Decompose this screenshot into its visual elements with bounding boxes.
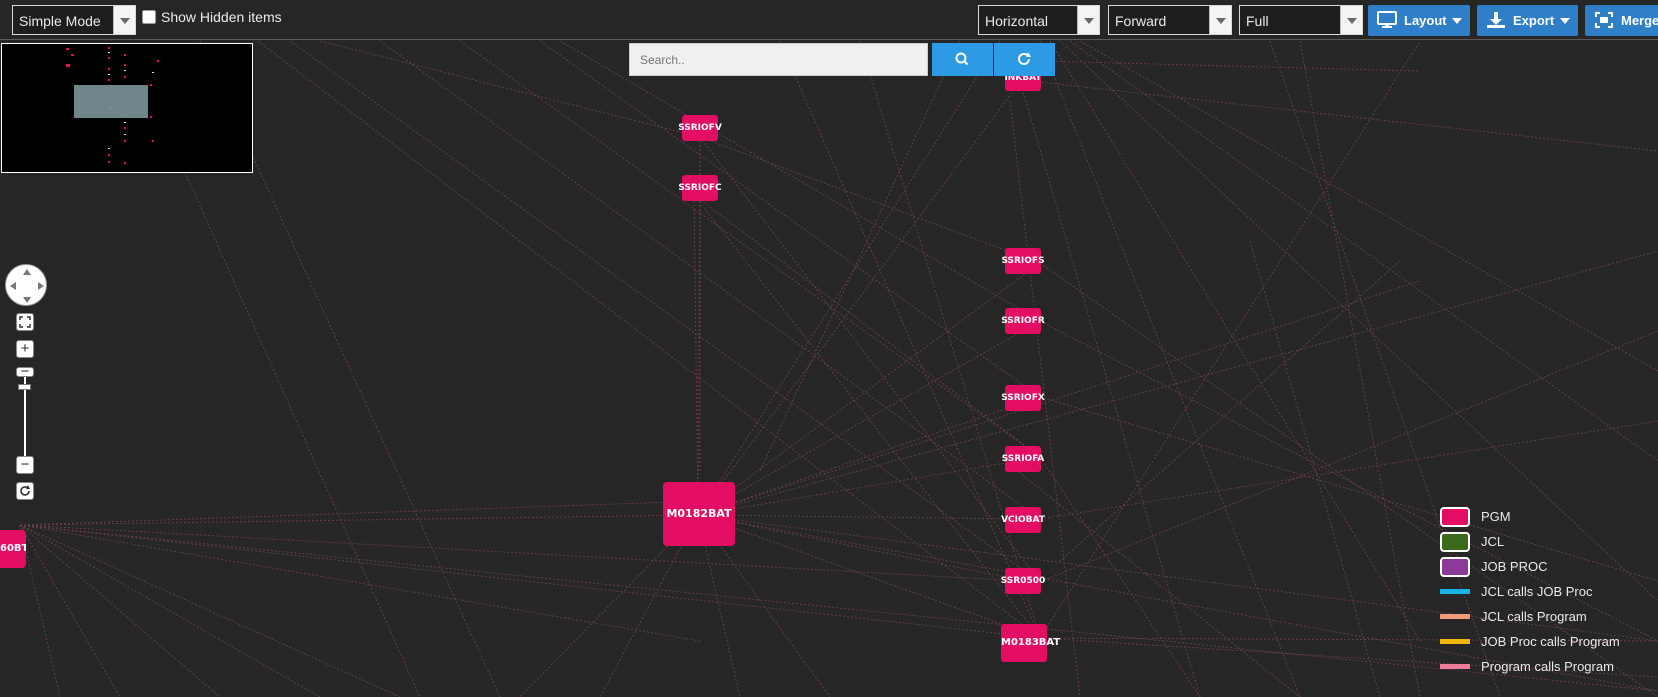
legend-item: JCL bbox=[1438, 531, 1648, 555]
top-toolbar: Simple Mode Show Hidden items Horizontal… bbox=[0, 0, 1658, 40]
node-ssriofx[interactable]: SSRIOFX bbox=[1001, 385, 1045, 411]
pan-control[interactable] bbox=[5, 264, 47, 306]
show-hidden-checkbox[interactable] bbox=[142, 10, 156, 24]
refresh-button[interactable] bbox=[994, 43, 1055, 76]
node-label: SSRIOFC bbox=[678, 183, 722, 193]
monitor-icon bbox=[1377, 11, 1397, 28]
legend-label: JCL bbox=[1481, 534, 1505, 549]
legend-label: PGM bbox=[1481, 509, 1511, 524]
direction-select[interactable]: Forward bbox=[1108, 5, 1232, 35]
merge-button-label: Merge bbox=[1621, 13, 1658, 28]
node-label: SSRIOFS bbox=[1001, 256, 1045, 266]
node-label: 60BT bbox=[0, 543, 26, 554]
legend-item: JCL calls JOB Proc bbox=[1438, 581, 1648, 605]
node-label: SSRIOFV bbox=[678, 123, 722, 133]
chevron-down-icon bbox=[1560, 18, 1570, 24]
node-ssriofs[interactable]: SSRIOFS bbox=[1001, 248, 1045, 274]
chevron-down-icon bbox=[113, 6, 135, 34]
minimap-viewport[interactable] bbox=[74, 85, 148, 118]
legend-swatch-pgm bbox=[1440, 507, 1470, 527]
reset-icon[interactable] bbox=[16, 482, 34, 500]
fit-icon[interactable] bbox=[16, 313, 34, 331]
export-button[interactable]: Export bbox=[1477, 5, 1578, 36]
node-label: VCIOBAT bbox=[1001, 515, 1045, 525]
export-button-label: Export bbox=[1513, 13, 1555, 28]
legend-label: JCL calls Program bbox=[1481, 609, 1587, 624]
chevron-down-icon bbox=[1209, 6, 1231, 34]
node-m0182bat[interactable]: M0182BAT bbox=[663, 482, 735, 546]
legend-label: Program calls Program bbox=[1481, 659, 1614, 674]
node-ssriofr[interactable]: SSRIOFR bbox=[1001, 308, 1045, 334]
chevron-down-icon bbox=[1452, 18, 1462, 24]
direction-select-value: Forward bbox=[1115, 13, 1167, 29]
refresh-icon bbox=[1018, 52, 1031, 65]
mode-select-value: Simple Mode bbox=[19, 13, 101, 29]
search-input[interactable] bbox=[629, 43, 928, 76]
legend-swatch-job-proc bbox=[1440, 557, 1470, 577]
mode-select[interactable]: Simple Mode bbox=[12, 5, 136, 35]
legend-label: JOB PROC bbox=[1481, 559, 1548, 574]
search-icon bbox=[955, 52, 969, 66]
node-vciobat[interactable]: VCIOBAT bbox=[1001, 507, 1045, 533]
orientation-select-value: Horizontal bbox=[985, 13, 1049, 29]
legend-label: JCL calls JOB Proc bbox=[1481, 584, 1593, 599]
legend-line-program-calls-program bbox=[1440, 664, 1470, 669]
legend-item: JCL calls Program bbox=[1438, 606, 1648, 630]
legend-swatch-jcl bbox=[1440, 532, 1470, 552]
merge-button[interactable]: Merge bbox=[1585, 5, 1658, 36]
legend-item: PGM bbox=[1438, 506, 1648, 530]
pan-arrows-icon bbox=[10, 269, 44, 303]
legend-line-jcl-calls-program bbox=[1440, 614, 1470, 619]
scope-select[interactable]: Full bbox=[1239, 5, 1363, 35]
node-m0183bat[interactable]: M0183BAT bbox=[1001, 624, 1060, 662]
minimap[interactable] bbox=[1, 43, 253, 173]
download-icon bbox=[1487, 12, 1505, 28]
chevron-down-icon bbox=[1340, 6, 1362, 34]
node-label: SSR0500 bbox=[1000, 576, 1046, 586]
node-left-partial[interactable]: 60BT bbox=[0, 530, 26, 568]
node-ssr0500[interactable]: SSR0500 bbox=[1001, 568, 1045, 594]
node-label: M0183BAT bbox=[1001, 637, 1061, 648]
legend-item: JOB PROC bbox=[1438, 556, 1648, 580]
legend-item: Program calls Program bbox=[1438, 656, 1648, 680]
legend-line-jcl-calls-job-proc bbox=[1440, 589, 1470, 594]
layout-button[interactable]: Layout bbox=[1368, 5, 1470, 36]
merge-icon bbox=[1595, 12, 1613, 28]
search-button[interactable] bbox=[932, 43, 993, 76]
node-ssriofv[interactable]: SSRIOFV bbox=[678, 115, 722, 141]
node-label: SSRIOFA bbox=[1001, 454, 1045, 464]
legend-item: JOB Proc calls Program bbox=[1438, 631, 1648, 655]
legend-label: JOB Proc calls Program bbox=[1481, 634, 1620, 649]
scope-select-value: Full bbox=[1246, 13, 1269, 29]
zoom-slider-thumb[interactable] bbox=[18, 384, 31, 390]
graph-app: Simple Mode Show Hidden items Horizontal… bbox=[0, 0, 1658, 697]
zoom-in-icon[interactable]: + bbox=[16, 340, 34, 358]
node-label: M0182BAT bbox=[666, 507, 732, 520]
zoom-slider-top[interactable]: − bbox=[16, 364, 34, 379]
layout-button-label: Layout bbox=[1404, 13, 1447, 28]
node-label: SSRIOFR bbox=[1001, 316, 1045, 326]
chevron-down-icon bbox=[1077, 6, 1099, 34]
node-ssriofa[interactable]: SSRIOFA bbox=[1002, 446, 1044, 472]
show-hidden-label: Show Hidden items bbox=[161, 9, 282, 25]
zoom-out-icon[interactable]: − bbox=[16, 456, 34, 474]
node-label: SSRIOFX bbox=[1001, 393, 1045, 403]
legend-line-job-proc-calls-program bbox=[1440, 639, 1470, 644]
node-ssriofc[interactable]: SSRIOFC bbox=[678, 175, 722, 201]
orientation-select[interactable]: Horizontal bbox=[978, 5, 1100, 35]
